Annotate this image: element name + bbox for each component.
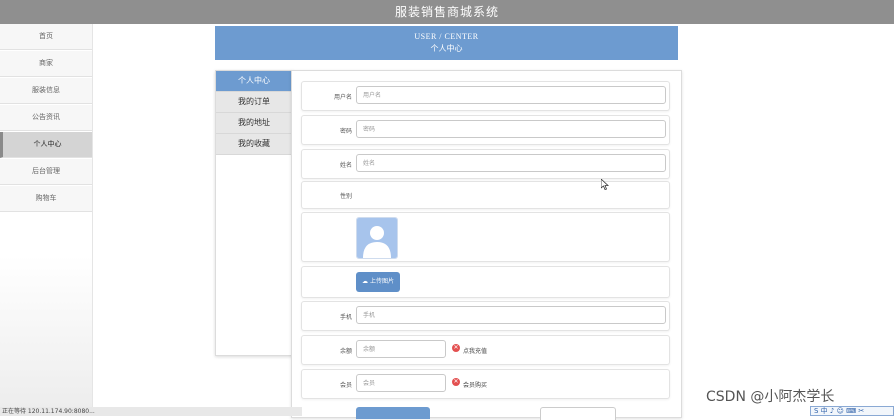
recharge-icon[interactable]: ✕ xyxy=(452,344,460,352)
sidebar-item-news[interactable]: 公告资讯 xyxy=(0,105,92,131)
phone-label: 手机 xyxy=(339,314,352,321)
recharge-link[interactable]: 点我充值 xyxy=(463,346,487,355)
avatar-placeholder-icon xyxy=(357,218,397,258)
sidebar-item-merchant[interactable]: 商家 xyxy=(0,51,92,77)
upload-image-button[interactable]: ☁ 上传图片 xyxy=(356,272,400,292)
form-row-password: 密码 密码 xyxy=(301,115,670,145)
user-menu-item-orders[interactable]: 我的订单 xyxy=(216,92,292,113)
member-label: 会员 xyxy=(339,382,352,389)
user-menu: 个人中心 我的订单 我的地址 我的收藏 xyxy=(215,70,293,356)
page-title-en: USER / CENTER xyxy=(414,32,479,41)
sidebar-item-home[interactable]: 首页 xyxy=(0,24,92,50)
sidebar-item-user-center[interactable]: 个人中心 xyxy=(0,132,92,158)
form-row-balance: 余额 余额 ✕ 点我充值 xyxy=(301,335,670,365)
cloud-upload-icon: ☁ xyxy=(362,278,369,285)
upload-image-label: 上传图片 xyxy=(369,278,394,285)
form-row-member: 会员 会员 ✕ 会员购买 xyxy=(301,369,670,399)
username-input[interactable]: 用户名 xyxy=(356,86,666,104)
form-row-upload: ☁ 上传图片 xyxy=(301,266,670,298)
logout-button[interactable] xyxy=(540,407,616,420)
ime-toolbar[interactable]: S 中 ♪ ☺ ⌨ ✂ xyxy=(810,406,894,416)
membership-icon[interactable]: ✕ xyxy=(452,378,460,386)
page-header: USER / CENTER 个人中心 xyxy=(215,26,678,60)
form-row-gender: 性别 xyxy=(301,181,670,209)
csdn-watermark: CSDN @小阿杰学长 xyxy=(706,389,835,405)
app-title-bar: 服装销售商城系统 xyxy=(0,0,894,24)
user-menu-item-profile[interactable]: 个人中心 xyxy=(216,71,292,92)
update-info-button[interactable] xyxy=(356,407,430,419)
sidebar-item-cart[interactable]: 购物车 xyxy=(0,186,92,212)
sidebar: 首页 商家 服装信息 公告资讯 个人中心 后台管理 购物车 xyxy=(0,24,93,416)
password-input[interactable]: 密码 xyxy=(356,120,666,138)
username-label: 用户名 xyxy=(333,94,352,101)
name-input[interactable]: 姓名 xyxy=(356,154,666,172)
member-input[interactable]: 会员 xyxy=(356,374,446,392)
mouse-cursor-icon xyxy=(600,175,610,194)
form-row-name: 姓名 姓名 xyxy=(301,149,670,179)
password-label: 密码 xyxy=(339,128,352,135)
form-row-username: 用户名 用户名 xyxy=(301,81,670,111)
membership-link[interactable]: 会员购买 xyxy=(463,380,487,389)
name-label: 姓名 xyxy=(339,162,352,169)
app-title: 服装销售商城系统 xyxy=(394,5,499,19)
user-menu-item-address[interactable]: 我的地址 xyxy=(216,113,292,134)
page-title-cn: 个人中心 xyxy=(430,44,463,53)
sidebar-item-admin[interactable]: 后台管理 xyxy=(0,159,92,185)
form-row-phone: 手机 手机 xyxy=(301,301,670,331)
balance-input[interactable]: 余额 xyxy=(356,340,446,358)
form-row-avatar xyxy=(301,212,670,262)
phone-input[interactable]: 手机 xyxy=(356,306,666,324)
browser-status-bar: 正在等待 120.11.174.90:8080... xyxy=(0,407,302,416)
gender-label: 性别 xyxy=(339,193,352,200)
sidebar-item-clothing[interactable]: 服装信息 xyxy=(0,78,92,104)
profile-form: 用户名 用户名 密码 密码 姓名 姓名 性别 ☁ 上传图片 手机 手机 余额 余… xyxy=(291,70,682,420)
avatar xyxy=(356,217,398,259)
sidebar-background xyxy=(0,256,92,416)
balance-label: 余额 xyxy=(339,348,352,355)
user-menu-item-favorites[interactable]: 我的收藏 xyxy=(216,134,292,155)
